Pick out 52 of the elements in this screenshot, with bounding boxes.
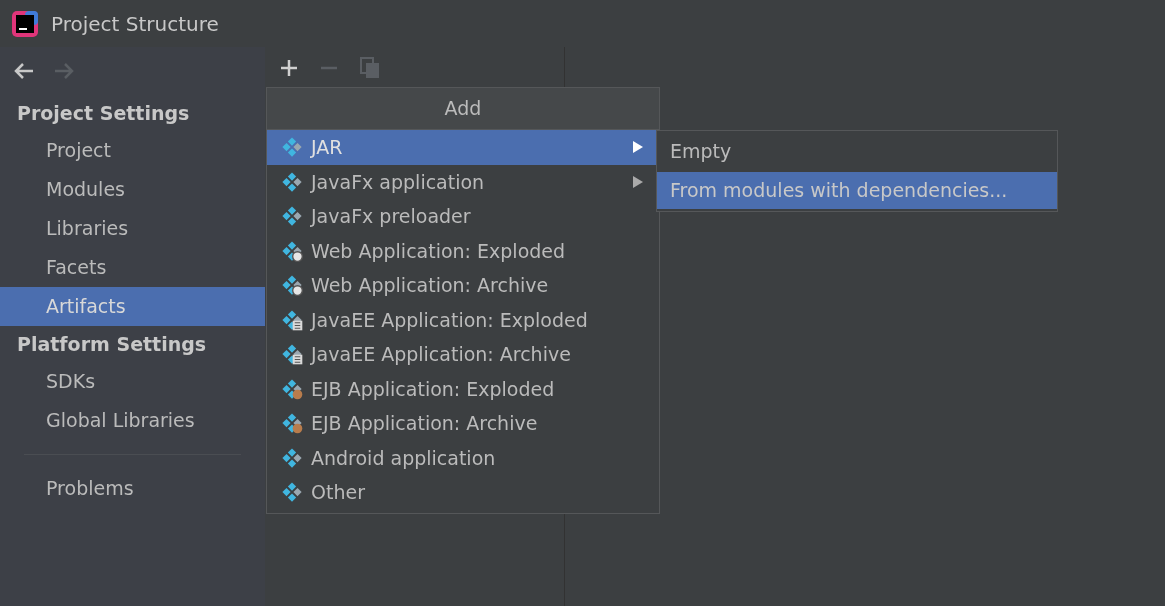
submenu-arrow-icon [633,141,643,154]
sidebar-item[interactable]: Problems [0,469,265,508]
menu-item[interactable]: Other [267,475,659,510]
menu-item-label: Android application [311,445,497,471]
menu-item[interactable]: JavaEE Application: Exploded [267,302,659,337]
menu-title: Add [267,88,659,130]
menu-item-label: Web Application: Archive [311,273,550,298]
menu-item[interactable]: Web Application: Exploded [267,233,659,268]
menu-item-label: EJB Application: Archive [311,411,539,436]
artifact-ee-icon [281,343,303,366]
menu-item-label: EJB Application: Exploded [311,376,556,402]
menu-item-label: JavaFx preloader [311,204,472,229]
menu-item[interactable]: EJB Application: Exploded [267,371,659,406]
artifact-icon [281,136,303,159]
sidebar-item[interactable]: Libraries [0,209,265,248]
artifact-bean-icon [281,377,303,400]
section-heading: Platform Settings [16,331,208,357]
sidebar-item[interactable]: Modules [0,170,265,209]
menu-item-label: JavaEE Application: Archive [311,342,572,367]
artifact-icon [281,170,303,193]
menu-item[interactable]: Empty [657,133,1057,170]
window-title: Project Structure [51,10,219,38]
menu-item[interactable]: Android application [267,440,659,475]
menu-item-label: JAR [311,135,344,160]
artifact-globe-icon [281,239,303,262]
sidebar-item[interactable]: Facets [0,248,265,287]
artifact-icon [281,205,303,228]
menu-item-label: JavaFx application [311,169,486,195]
menu-item[interactable]: JavaFx application [267,164,659,199]
menu-item[interactable]: Web Application: Archive [267,268,659,303]
artifact-icon [281,446,303,469]
menu-item-label: Web Application: Exploded [311,238,567,264]
menu-item-label: Other [311,480,366,505]
sidebar-item[interactable]: Global Libraries [0,401,265,440]
menu-item[interactable]: EJB Application: Archive [267,406,659,441]
sidebar-item[interactable]: SDKs [0,362,265,401]
sidebar-item[interactable]: Artifacts [0,287,265,326]
section-heading: Project Settings [16,100,191,126]
menu-item[interactable]: JavaFx preloader [267,199,659,234]
menu-item-label: JavaEE Application: Exploded [311,307,589,333]
app-logo-icon [11,9,39,38]
artifact-bean-icon [281,412,303,435]
artifact-icon [281,481,303,504]
submenu-arrow-icon [633,175,643,188]
menu-item[interactable]: JAR [267,130,659,165]
artifact-globe-icon [281,274,303,297]
menu-item[interactable]: JavaEE Application: Archive [267,337,659,372]
menu-item[interactable]: From modules with dependencies... [657,172,1057,209]
back-arrow-icon[interactable] [12,61,36,81]
add-icon[interactable] [279,58,299,78]
artifact-ee-icon [281,308,303,331]
sidebar-item[interactable]: Project [0,131,265,170]
